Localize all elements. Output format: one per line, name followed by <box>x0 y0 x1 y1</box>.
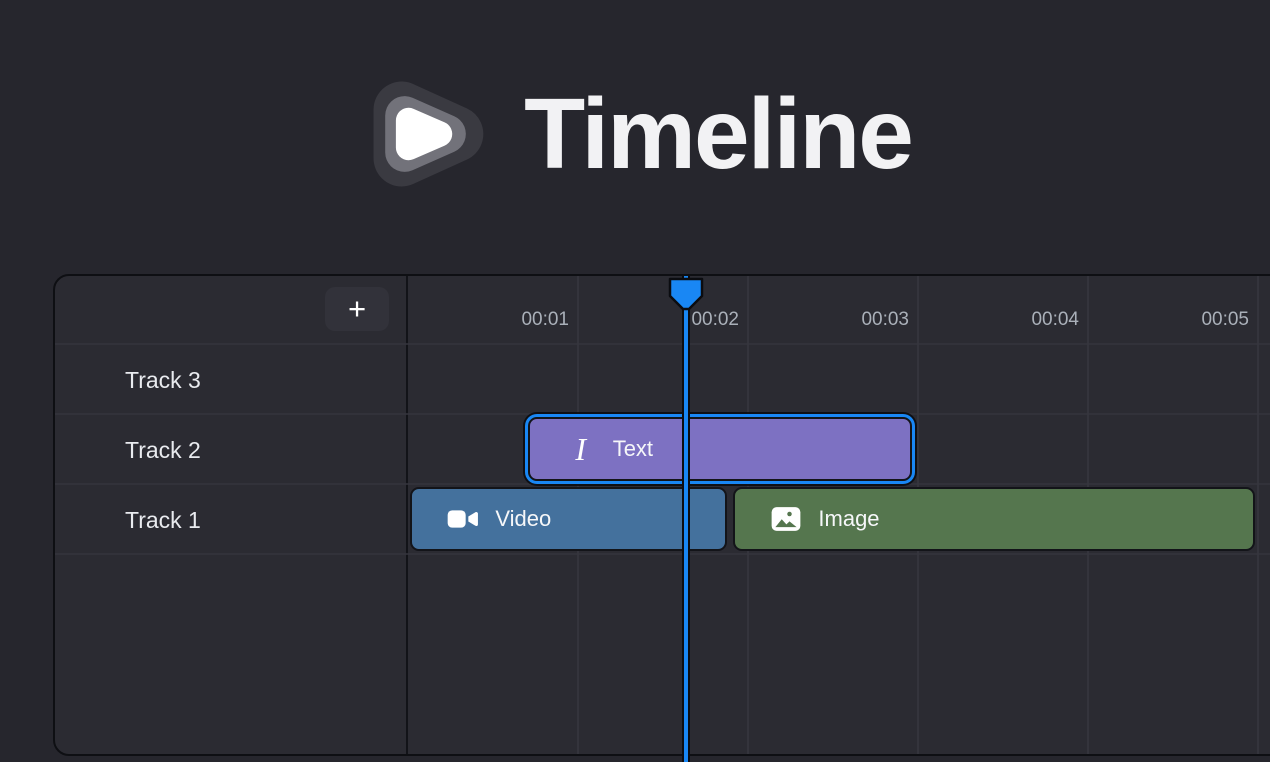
timeline-panel: + Track 3Track 2Track 100:0100:0200:0300… <box>53 274 1270 756</box>
row-divider <box>55 413 1270 415</box>
ruler-tick-label: 00:01 <box>473 307 569 333</box>
video-icon <box>446 504 480 534</box>
clip-label: Image <box>818 506 879 532</box>
image-icon <box>769 504 803 534</box>
playhead-handle[interactable] <box>667 277 705 313</box>
play-logo-icon <box>358 66 494 202</box>
ruler-tick-label: 00:03 <box>813 307 909 333</box>
clip-label: Text <box>613 436 653 462</box>
clip-video[interactable]: Video <box>410 487 726 551</box>
row-divider <box>55 483 1270 485</box>
page-title: Timeline <box>524 84 912 184</box>
row-divider <box>55 553 1270 555</box>
ruler-gridline <box>1257 276 1259 754</box>
track-label-track-1: Track 1 <box>55 485 408 555</box>
clip-image[interactable]: Image <box>733 487 1255 551</box>
ruler-tick-label: 00:04 <box>983 307 1079 333</box>
clip-label: Video <box>495 506 551 532</box>
text-icon: I <box>564 434 598 464</box>
app-header: Timeline <box>0 64 1270 204</box>
track-label-track-3: Track 3 <box>55 345 408 415</box>
add-track-button[interactable]: + <box>325 287 389 331</box>
clip-text[interactable]: I Text <box>528 417 912 481</box>
track-label-track-2: Track 2 <box>55 415 408 485</box>
ruler-tick-label: 00:05 <box>1153 307 1249 333</box>
playhead-line[interactable] <box>682 276 690 762</box>
